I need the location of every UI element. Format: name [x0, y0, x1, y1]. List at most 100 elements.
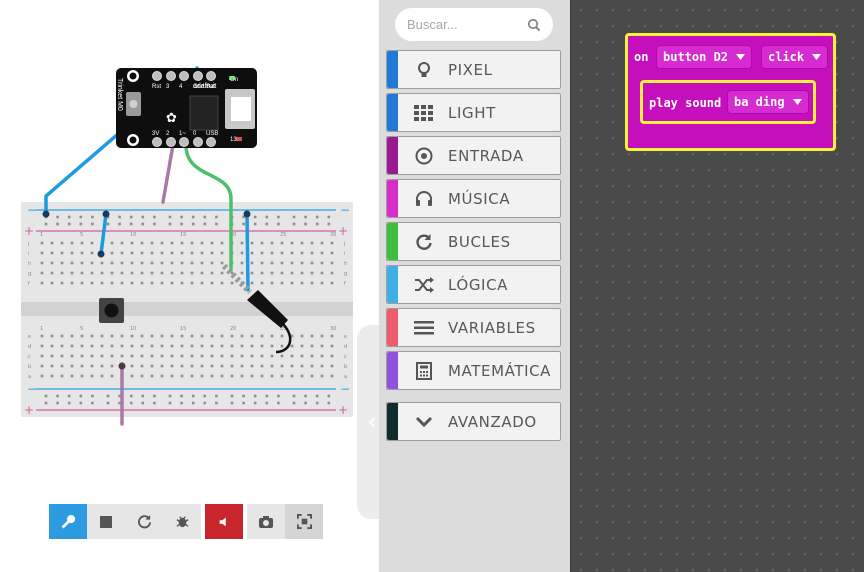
action-dropdown[interactable]: click	[761, 45, 829, 69]
circuit-canvas[interactable]: − + − + j ji ih hg gf fe ed dc cb ba a − + − + 115…	[0, 0, 379, 572]
wire-blue-gnd[interactable]	[44, 126, 127, 216]
svg-text:+: +	[24, 403, 34, 417]
breadboard-row-letter: e	[28, 334, 31, 340]
category-light[interactable]: LIGHT	[386, 93, 561, 132]
category-color-bar	[387, 51, 398, 88]
breadboard-row-letter: d	[28, 344, 31, 350]
breadboard-row-letter: j	[343, 241, 345, 247]
breadboard-column-number: 15	[180, 232, 186, 238]
code-workspace[interactable]: on button D2 click play sound ba ding	[570, 0, 864, 572]
sound-keyword: play sound	[649, 96, 722, 110]
fullscreen-button[interactable]	[285, 504, 323, 539]
breadboard-row-letter: g	[28, 271, 31, 277]
category-color-bar	[387, 403, 398, 440]
camera-button[interactable]	[247, 504, 285, 539]
svg-text:✿: ✿	[166, 111, 177, 126]
shuffle-icon	[412, 275, 436, 295]
breadboard-column-number: 25	[280, 232, 286, 238]
debug-button[interactable]	[163, 504, 201, 539]
category-color-bar	[387, 94, 398, 131]
category-pixel[interactable]: PIXEL	[386, 50, 561, 89]
caret-down-icon	[736, 54, 746, 60]
board-model: Trinket M0	[116, 78, 123, 111]
svg-text:+: +	[338, 224, 348, 238]
board-pin-label: USB	[206, 131, 218, 137]
trinket-m0-board[interactable]: Rst 3 4 Gnd Bat3V 2 1~ 0 USB ✿ adafruit Trinket …	[116, 68, 257, 148]
lightbulb-icon	[412, 60, 436, 80]
list-icon	[412, 318, 436, 338]
category-variables[interactable]: VARIABLES	[386, 308, 561, 347]
breadboard-column-number: 30	[330, 232, 336, 238]
category-label: PIXEL	[448, 60, 493, 79]
category-bucles[interactable]: BUCLES	[386, 222, 561, 261]
target-icon	[412, 146, 436, 166]
breadboard-column-number: 1	[40, 326, 43, 332]
sound-dropdown[interactable]: ba ding	[727, 90, 809, 114]
svg-text:+: +	[338, 403, 348, 417]
action-dropdown-value: click	[768, 50, 805, 64]
svg-text:−: −	[340, 382, 350, 396]
svg-text:−: −	[27, 382, 37, 396]
category-label: AVANZADO	[448, 412, 537, 431]
category-color-bar	[387, 266, 398, 303]
on-button-click-block[interactable]: on button D2 click play sound ba ding	[625, 33, 836, 151]
svg-text:−: −	[27, 203, 37, 217]
category-label: LÓGICA	[448, 275, 509, 294]
restart-button[interactable]	[125, 504, 163, 539]
button-dropdown[interactable]: button D2	[656, 45, 753, 69]
category-color-bar	[387, 223, 398, 260]
breadboard: − + − + j ji ih hg gf fe ed dc cb ba a − + − + 115…	[21, 202, 353, 417]
breadboard-column-number: 30	[330, 326, 336, 332]
breadboard-row-letter: f	[344, 281, 346, 287]
calculator-icon	[412, 361, 436, 381]
breadboard-row-letter: e	[344, 334, 347, 340]
board-pin-label: 1~	[179, 131, 186, 137]
category-musica[interactable]: MÚSICA	[386, 179, 561, 218]
sound-dropdown-value: ba ding	[734, 95, 785, 109]
breadboard-column-number: 5	[80, 326, 83, 332]
breadboard-row-letter: g	[344, 271, 347, 277]
category-color-bar	[387, 352, 398, 389]
wire-purple[interactable]	[161, 143, 175, 204]
collapse-simulator-button[interactable]: ‹	[357, 325, 379, 519]
play-sound-block[interactable]: play sound ba ding	[640, 80, 816, 124]
category-entrada[interactable]: ENTRADA	[386, 136, 561, 175]
search-icon[interactable]	[527, 18, 541, 32]
stop-button[interactable]	[87, 504, 125, 539]
mute-icon	[219, 517, 226, 526]
svg-text:−: −	[340, 203, 350, 217]
camera-icon	[259, 515, 273, 528]
event-keyword: on	[634, 50, 649, 64]
mute-button[interactable]	[205, 504, 243, 539]
breadboard-row-letter: c	[28, 354, 31, 360]
category-logica[interactable]: LÓGICA	[386, 265, 561, 304]
category-label: MÚSICA	[448, 189, 511, 208]
board-pin-label: Rst	[152, 84, 161, 90]
breadboard-row-letter: b	[344, 364, 347, 370]
button-dropdown-value: button D2	[663, 50, 729, 64]
board-pin-label: 3V	[152, 131, 159, 137]
breadboard-column-number: 10	[130, 326, 136, 332]
category-color-bar	[387, 180, 398, 217]
breadboard-row-letter: i	[28, 251, 29, 257]
search-input[interactable]	[407, 17, 525, 32]
wrench-icon	[61, 514, 76, 528]
category-color-bar	[387, 137, 398, 174]
wire-blue-speaker[interactable]	[245, 212, 250, 292]
category-color-bar	[387, 309, 398, 346]
caret-down-icon	[792, 99, 802, 105]
breadboard-column-number: 20	[230, 326, 236, 332]
headphones-icon	[412, 189, 436, 209]
breadboard-row-letter: f	[28, 281, 30, 287]
stop-icon	[100, 515, 112, 528]
breadboard-row-letter: h	[344, 261, 347, 267]
category-matematica[interactable]: MATEMÁTICA	[386, 351, 561, 390]
wrench-button[interactable]	[49, 504, 87, 539]
breadboard-row-letter: i	[344, 251, 345, 257]
breadboard-column-number: 10	[130, 232, 136, 238]
board-on-label: On	[230, 77, 238, 83]
debug-icon	[175, 516, 189, 528]
chevron-down-icon	[412, 412, 436, 432]
category-avanzado[interactable]: AVANZADO	[386, 402, 561, 441]
pushbutton[interactable]	[99, 298, 124, 323]
